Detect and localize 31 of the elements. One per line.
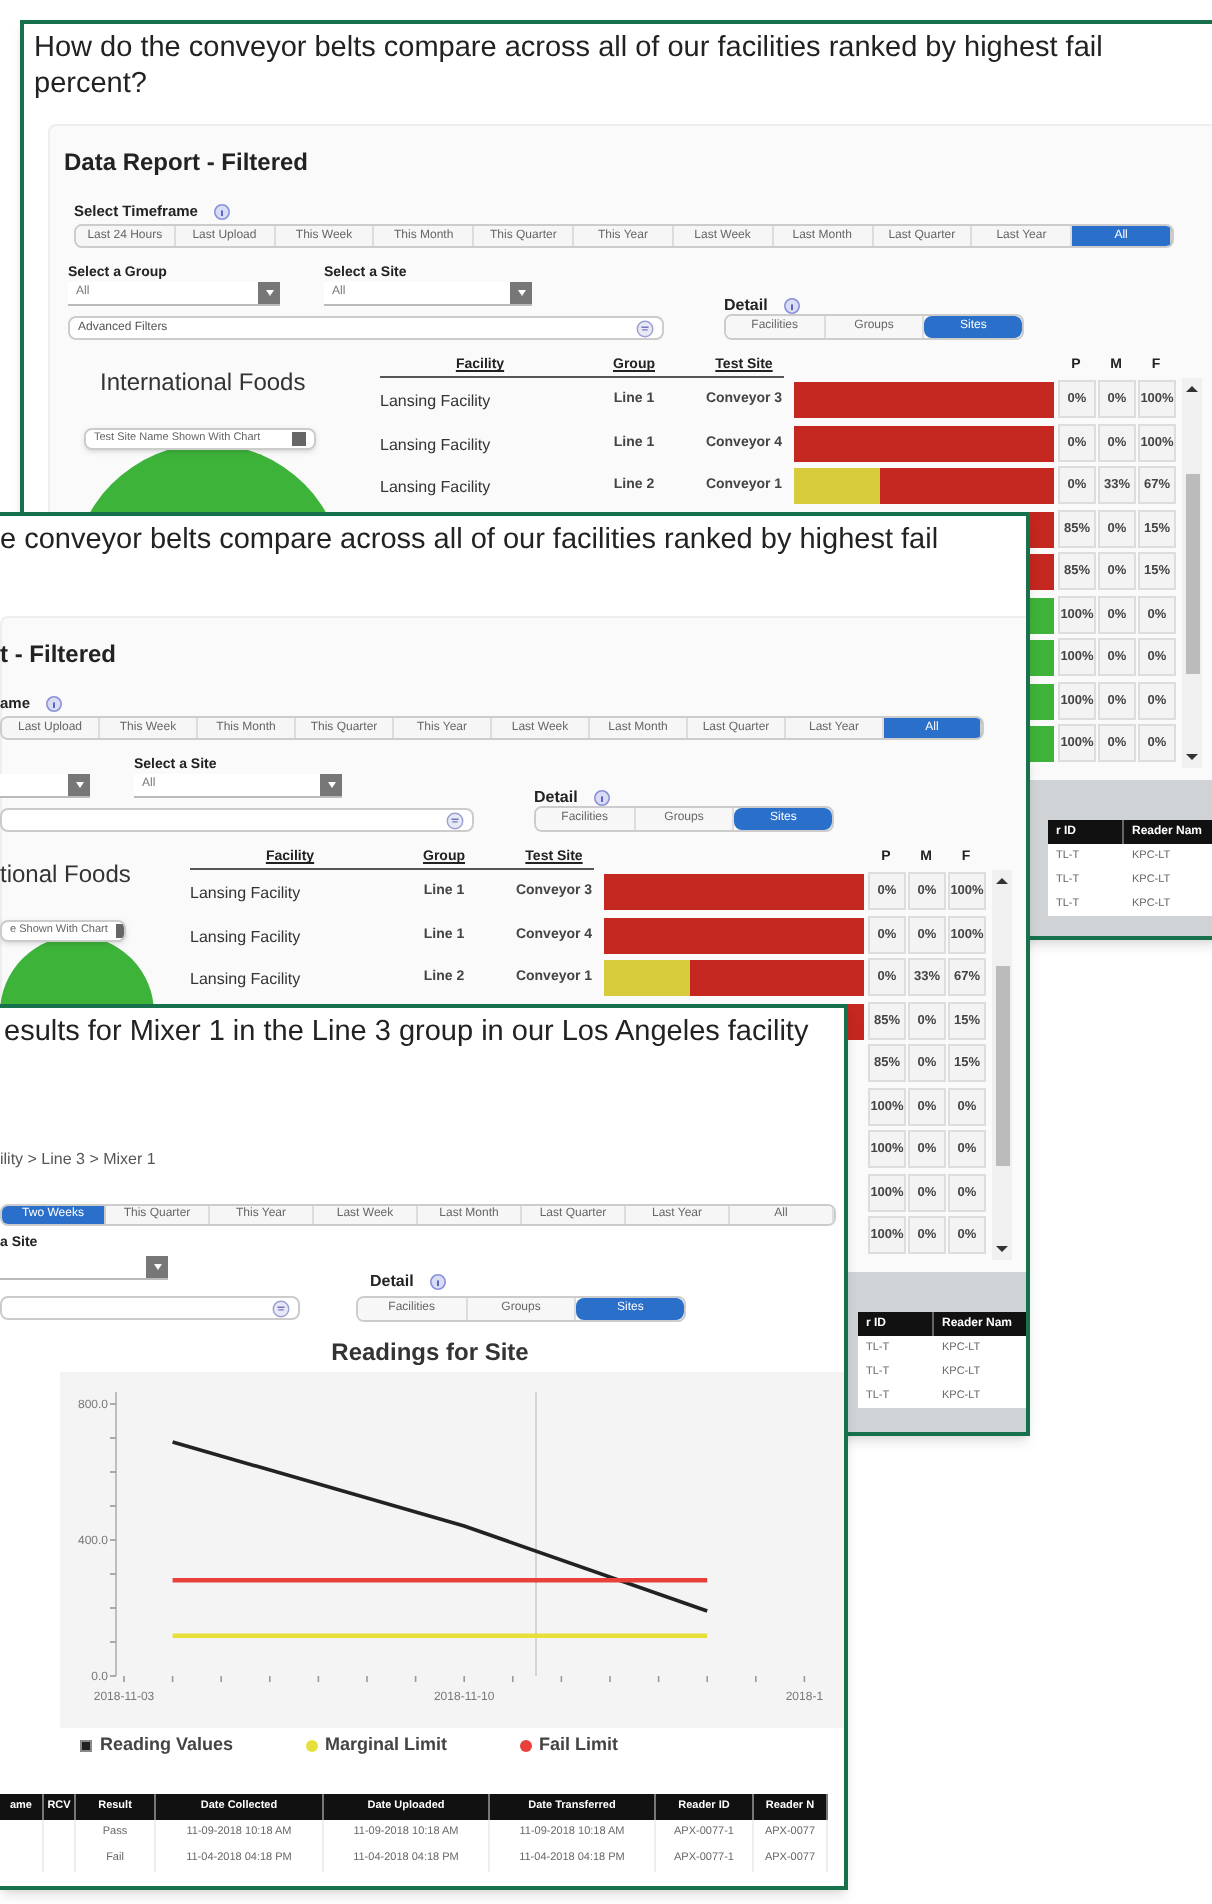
legend-label: Reading Values: [100, 1732, 234, 1758]
legend-label: Marginal Limit: [325, 1732, 448, 1758]
scrollbar[interactable]: [992, 870, 1012, 1260]
detail-label: Detail: [370, 1270, 414, 1294]
question-text: esults for Mixer 1 in the Line 3 group in our Los Angeles facility: [4, 1014, 809, 1050]
summary-title: tional Foods: [0, 858, 131, 892]
filter-icon[interactable]: [272, 1299, 290, 1317]
summary-title: International Foods: [100, 366, 306, 400]
table-cell: Lansing Facility: [190, 925, 301, 949]
filter-icon[interactable]: [636, 319, 654, 337]
select-field[interactable]: [0, 1256, 168, 1280]
chart-title: Readings for Site: [329, 1336, 531, 1370]
report-title: Data Report - Filtered: [64, 146, 309, 180]
question-text: e conveyor belts compare across all of our facilities ranked by highest fail: [0, 522, 941, 558]
info-icon[interactable]: [429, 1274, 446, 1290]
breadcrumb-text: ility > Line 3 > Mixer 1: [0, 1148, 156, 1172]
scrollbar[interactable]: [1182, 378, 1202, 768]
legend-label: Fail Limit: [539, 1732, 619, 1758]
question-text: How do the conveyor belts compare across all of our facilities ranked by highest fail percent?: [34, 30, 1105, 102]
table-cell: Lansing Facility: [190, 968, 301, 992]
advanced-filters-field[interactable]: [0, 808, 474, 832]
detail-label: Detail: [534, 786, 578, 810]
advanced-filters-field[interactable]: [0, 1296, 300, 1320]
report-title: t - Filtered: [0, 638, 117, 672]
select-field[interactable]: [0, 774, 90, 798]
filter-icon[interactable]: [446, 811, 464, 829]
table-cell: Lansing Facility: [380, 390, 491, 414]
table-cell: Lansing Facility: [190, 882, 301, 906]
table-cell: Lansing Facility: [380, 476, 491, 500]
table-cell: Lansing Facility: [380, 433, 491, 457]
detail-label: Detail: [724, 294, 768, 318]
